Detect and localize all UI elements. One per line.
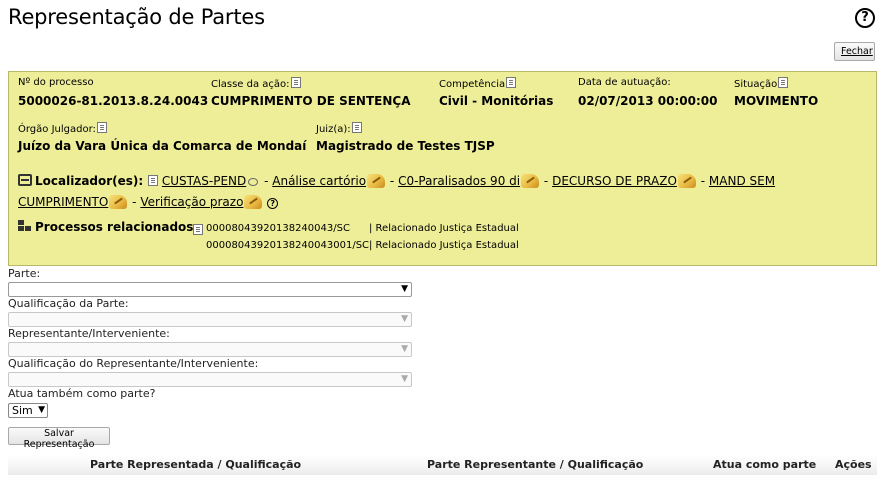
column-header: Parte Representada / Qualificação bbox=[90, 458, 302, 471]
related-processes-label: Processos relacionados: bbox=[35, 220, 199, 234]
representative-select[interactable]: ▼ bbox=[8, 342, 412, 357]
question-circle-icon[interactable]: ? bbox=[855, 8, 875, 28]
also-party-value: Sim bbox=[12, 404, 33, 417]
competence-value: Civil - Monitórias bbox=[439, 94, 554, 108]
close-button[interactable]: Fechar bbox=[834, 42, 875, 61]
situation-value: MOVIMENTO bbox=[734, 94, 819, 108]
localizador-link[interactable]: Análise cartório bbox=[272, 174, 366, 188]
separator: - bbox=[543, 174, 549, 188]
party-qualification-label: Qualificação da Parte: bbox=[8, 297, 129, 310]
party-qualification-select[interactable]: ▼ bbox=[8, 312, 412, 327]
related-process-number[interactable]: 00008043920138240043/SC bbox=[206, 223, 350, 234]
action-class-label-wrap: Classe da ação: bbox=[211, 77, 301, 90]
edit-icon[interactable] bbox=[109, 195, 128, 209]
judge-value: Magistrado de Testes TJSP bbox=[316, 139, 495, 153]
localizador-link[interactable]: CUMPRIMENTO bbox=[18, 195, 108, 209]
party-select[interactable]: ▼ bbox=[8, 282, 412, 297]
competence-label: Competência bbox=[439, 79, 506, 90]
process-info-panel: Nº do processo 5000026-81.2013.8.24.0043… bbox=[8, 71, 877, 266]
localizador-link[interactable]: CUSTAS-PEND bbox=[162, 174, 246, 188]
info-icon[interactable] bbox=[351, 122, 362, 133]
localizador-link[interactable]: C0-Paralisados 90 di bbox=[398, 174, 520, 188]
process-number-label: Nº do processo bbox=[18, 77, 94, 88]
judge-label-wrap: Juiz(a): bbox=[316, 122, 362, 135]
close-button-label: Fechar bbox=[841, 46, 873, 57]
related-process-number[interactable]: 00008043920138240043001/SC bbox=[206, 240, 369, 251]
also-party-label: Atua também como parte? bbox=[8, 387, 156, 400]
situation-label: Situação bbox=[734, 79, 778, 90]
also-party-select[interactable]: Sim ▼ bbox=[8, 403, 48, 418]
representative-label: Representante/Interveniente: bbox=[8, 327, 170, 340]
help-icon[interactable]: ? bbox=[267, 198, 279, 209]
situation-label-wrap: Situação bbox=[734, 77, 789, 90]
autuacao-date-value: 02/07/2013 00:00:00 bbox=[578, 94, 718, 108]
separator: - bbox=[389, 174, 395, 188]
chevron-down-icon: ▼ bbox=[38, 405, 45, 415]
chevron-down-icon: ▼ bbox=[401, 374, 408, 384]
chevron-down-icon: ▼ bbox=[401, 284, 408, 294]
related-process-type: | Relacionado Justiça Estadual bbox=[369, 223, 519, 234]
related-process-type: | Relacionado Justiça Estadual bbox=[369, 240, 519, 251]
edit-icon[interactable] bbox=[677, 174, 696, 188]
info-icon[interactable] bbox=[96, 122, 107, 133]
drawer-icon bbox=[18, 174, 32, 186]
separator: - bbox=[132, 195, 137, 209]
info-icon[interactable] bbox=[506, 77, 517, 88]
list-icon[interactable] bbox=[193, 224, 203, 235]
column-header: Parte Representante / Qualificação bbox=[427, 458, 644, 471]
localizador-link[interactable]: Verificação prazo bbox=[140, 195, 243, 209]
process-number-value: 5000026-81.2013.8.24.0043 bbox=[18, 94, 209, 108]
judging-body-value: Juízo da Vara Única da Comarca de Mondaí bbox=[18, 139, 307, 153]
localizadores-row: Localizador(es): CUSTAS-PEND - Análise c… bbox=[18, 171, 868, 213]
chevron-down-icon: ▼ bbox=[401, 344, 408, 354]
autuacao-date-label: Data de autuação: bbox=[578, 77, 671, 88]
localizadores-label: Localizador(es): bbox=[35, 174, 144, 188]
judging-body-label-wrap: Órgão Julgador: bbox=[18, 122, 107, 135]
localizador-link[interactable]: MAND SEM bbox=[709, 174, 775, 188]
judge-label: Juiz(a): bbox=[316, 124, 351, 135]
edit-icon[interactable] bbox=[521, 174, 540, 188]
party-label: Parte: bbox=[8, 267, 41, 280]
save-representation-button[interactable]: Salvar Representação bbox=[8, 427, 110, 450]
related-processes-row: Processos relacionados: bbox=[18, 217, 198, 238]
representative-qualification-label: Qualificação do Representante/Intervenie… bbox=[8, 357, 259, 370]
competence-label-wrap: Competência bbox=[439, 77, 517, 90]
chevron-down-icon: ▼ bbox=[401, 314, 408, 324]
representations-table-header: Parte Representada / Qualificação Parte … bbox=[8, 455, 877, 475]
info-icon[interactable] bbox=[778, 77, 789, 88]
separator: - bbox=[700, 174, 706, 188]
action-class-label: Classe da ação: bbox=[211, 79, 290, 90]
separator: - bbox=[264, 174, 269, 188]
info-icon[interactable] bbox=[290, 77, 301, 88]
representative-qualification-select[interactable]: ▼ bbox=[8, 372, 412, 387]
page-title: Representação de Partes bbox=[8, 5, 265, 29]
action-class-value: CUMPRIMENTO DE SENTENÇA bbox=[211, 94, 411, 108]
column-header: Atua como parte bbox=[713, 458, 817, 471]
column-header: Ações bbox=[835, 458, 872, 471]
tree-icon bbox=[18, 220, 32, 232]
edit-icon[interactable] bbox=[244, 195, 263, 209]
edit-icon[interactable] bbox=[367, 174, 386, 188]
comment-icon[interactable] bbox=[248, 178, 259, 186]
judging-body-label: Órgão Julgador: bbox=[18, 124, 96, 135]
localizador-link[interactable]: DECURSO DE PRAZO bbox=[552, 174, 677, 188]
list-icon[interactable] bbox=[148, 175, 159, 186]
